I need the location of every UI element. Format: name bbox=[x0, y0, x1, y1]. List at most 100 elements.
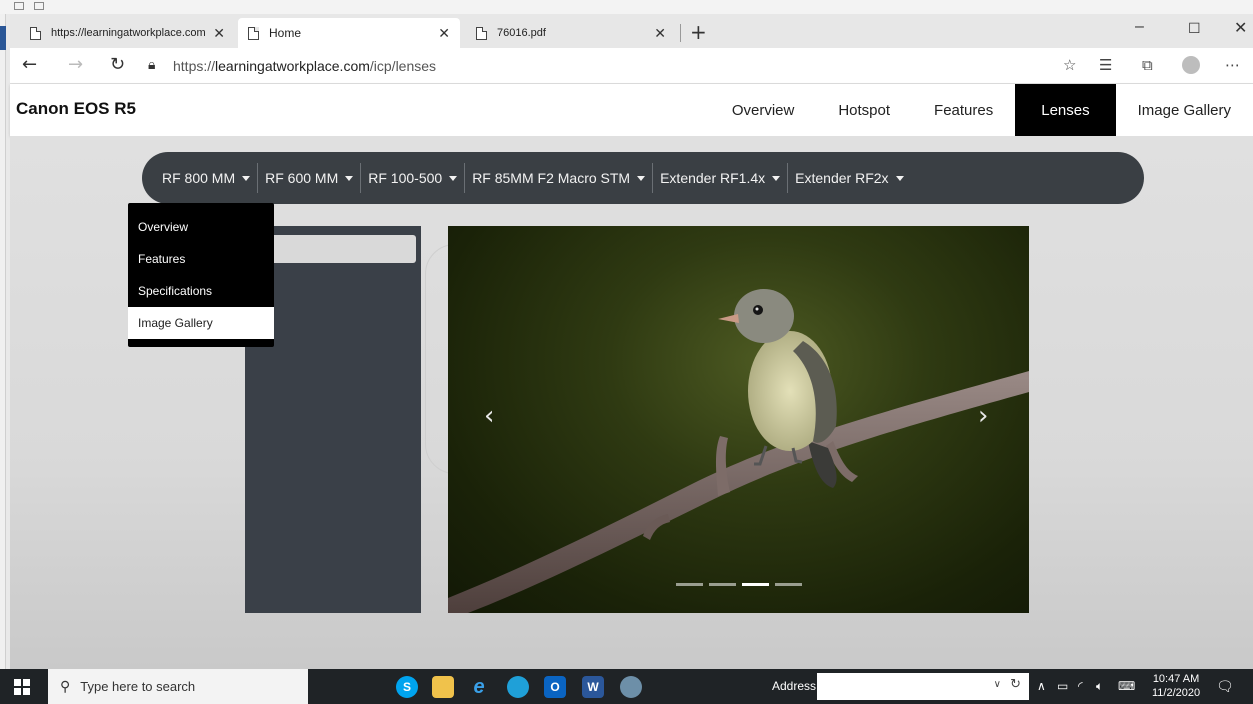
lens-menu-rf100-500[interactable]: RF 100-500 bbox=[361, 163, 466, 193]
carousel-indicator[interactable] bbox=[709, 583, 736, 586]
background-app-edge bbox=[0, 14, 6, 669]
tab-title: Home bbox=[269, 26, 302, 40]
refresh-icon[interactable]: ↻ bbox=[1010, 677, 1021, 692]
browser-window: https://learningatworkplace.com ✕ Home ✕… bbox=[10, 14, 1253, 669]
dropdown-item-features[interactable]: Features bbox=[128, 243, 274, 275]
lens-label: RF 85MM F2 Macro STM bbox=[472, 170, 631, 186]
background-app-accent bbox=[0, 26, 6, 50]
caret-down-icon bbox=[242, 175, 251, 181]
favorites-list-icon[interactable]: ☰ bbox=[1099, 56, 1112, 74]
windows-taskbar: ⚲ Type here to search S e O W Address ∨ … bbox=[0, 669, 1253, 704]
notifications-icon[interactable]: 🗨︎ bbox=[1216, 679, 1234, 695]
carousel-next-icon[interactable]: › bbox=[978, 401, 988, 431]
tab-title: https://learningatworkplace.com bbox=[51, 27, 206, 39]
url-prefix: https:// bbox=[173, 58, 216, 74]
outlook-icon[interactable]: O bbox=[544, 676, 566, 698]
taskbar-address-field[interactable]: ∨ ↻ bbox=[817, 673, 1029, 700]
word-icon[interactable]: W bbox=[582, 676, 604, 698]
dropdown-item-overview[interactable]: Overview bbox=[128, 211, 274, 243]
lock-icon: 🔒︎ bbox=[148, 57, 156, 73]
url-path: /icp/lenses bbox=[369, 58, 437, 74]
page-icon bbox=[476, 26, 487, 40]
taskbar-clock[interactable]: 10:47 AM 11/2/2020 bbox=[1152, 672, 1200, 700]
lens-menu-rf800[interactable]: RF 800 MM bbox=[146, 163, 259, 193]
tray-chevron-up-icon[interactable]: ∧ bbox=[1037, 679, 1046, 693]
url-host: learningatworkplace.com bbox=[215, 58, 370, 74]
wifi-icon[interactable]: ◜ bbox=[1078, 679, 1083, 693]
page-content: RF 800 MM RF 600 MM RF 100-500 RF 85MM F… bbox=[10, 136, 1253, 669]
browser-app-icon[interactable] bbox=[620, 676, 642, 698]
collections-icon[interactable]: ⧉ bbox=[1142, 56, 1153, 74]
lens-label: RF 100-500 bbox=[368, 170, 443, 186]
nav-lenses[interactable]: Lenses bbox=[1015, 84, 1116, 136]
lens-menu-bar: RF 800 MM RF 600 MM RF 100-500 RF 85MM F… bbox=[142, 152, 1144, 204]
taskbar-search-placeholder: Type here to search bbox=[80, 679, 196, 694]
lens-label: Extender RF2x bbox=[795, 170, 889, 186]
carousel-indicator[interactable] bbox=[775, 583, 802, 586]
caret-down-icon bbox=[772, 175, 781, 181]
close-tab-icon[interactable]: ✕ bbox=[438, 25, 450, 42]
clock-time: 10:47 AM bbox=[1152, 673, 1200, 685]
nav-hotspot[interactable]: Hotspot bbox=[816, 84, 912, 136]
caret-down-icon bbox=[449, 175, 458, 181]
minimize-icon[interactable]: – bbox=[1135, 18, 1144, 36]
tab-learningatworkplace[interactable]: https://learningatworkplace.com ✕ bbox=[20, 18, 235, 48]
close-tab-icon[interactable]: ✕ bbox=[654, 25, 666, 42]
new-tab-icon[interactable]: + bbox=[690, 20, 707, 44]
side-search-field[interactable]: rd bbox=[251, 235, 416, 263]
edge-icon[interactable] bbox=[507, 676, 529, 698]
tab-pdf[interactable]: 76016.pdf ✕ bbox=[466, 18, 676, 48]
lens-menu-rf600[interactable]: RF 600 MM bbox=[258, 163, 362, 193]
nav-image-gallery[interactable]: Image Gallery bbox=[1116, 84, 1253, 136]
site-brand[interactable]: Canon EOS R5 bbox=[16, 99, 136, 119]
site-header: Canon EOS R5 Overview Hotspot Features L… bbox=[10, 84, 1253, 136]
top-navigation: Overview Hotspot Features Lenses Image G… bbox=[710, 84, 1253, 136]
clock-date: 11/2/2020 bbox=[1152, 687, 1201, 699]
save-icon bbox=[14, 2, 24, 10]
background-app-strip bbox=[0, 0, 1253, 14]
page-icon bbox=[248, 26, 259, 40]
window-icon bbox=[34, 2, 44, 10]
caret-down-icon bbox=[637, 175, 646, 181]
tab-bar: https://learningatworkplace.com ✕ Home ✕… bbox=[10, 14, 1253, 48]
lens-menu-extender-14[interactable]: Extender RF1.4x bbox=[653, 163, 789, 193]
file-explorer-icon[interactable] bbox=[432, 676, 454, 698]
favorite-star-icon[interactable]: ☆ bbox=[1063, 56, 1076, 74]
volume-icon[interactable]: 🔈︎ bbox=[1096, 679, 1103, 694]
caret-down-icon bbox=[895, 175, 904, 181]
caret-down-icon bbox=[345, 175, 354, 181]
maximize-icon[interactable]: ☐ bbox=[1188, 20, 1201, 37]
tab-home[interactable]: Home ✕ bbox=[238, 18, 460, 48]
windows-start-icon[interactable] bbox=[14, 679, 30, 695]
lens-menu-rf85[interactable]: RF 85MM F2 Macro STM bbox=[465, 163, 654, 193]
url-field[interactable]: https://learningatworkplace.com/icp/lens… bbox=[173, 58, 436, 74]
refresh-icon[interactable]: ↻ bbox=[110, 54, 125, 75]
keyboard-icon[interactable]: ⌨ bbox=[1118, 679, 1135, 693]
close-tab-icon[interactable]: ✕ bbox=[213, 25, 225, 42]
nav-features[interactable]: Features bbox=[912, 84, 1015, 136]
address-label: Address bbox=[772, 679, 817, 693]
carousel-indicator[interactable] bbox=[676, 583, 703, 586]
image-carousel: ‹ › bbox=[448, 226, 1029, 613]
dropdown-item-image-gallery[interactable]: Image Gallery bbox=[128, 307, 274, 339]
lens-label: RF 600 MM bbox=[265, 170, 339, 186]
internet-explorer-icon[interactable]: e bbox=[468, 676, 490, 698]
tab-separator bbox=[680, 24, 681, 42]
profile-avatar[interactable] bbox=[1182, 56, 1200, 74]
address-bar: ← → ↻ 🔒︎ https://learningatworkplace.com… bbox=[10, 48, 1253, 84]
chevron-down-icon[interactable]: ∨ bbox=[994, 679, 1001, 690]
close-window-icon[interactable]: ✕ bbox=[1234, 18, 1247, 38]
lens-label: Extender RF1.4x bbox=[660, 170, 766, 186]
lens-menu-extender-2x[interactable]: Extender RF2x bbox=[788, 163, 910, 193]
carousel-indicator[interactable] bbox=[742, 583, 769, 586]
carousel-indicators bbox=[676, 583, 802, 586]
forward-icon[interactable]: → bbox=[68, 54, 83, 75]
taskbar-search[interactable]: ⚲ Type here to search bbox=[48, 669, 308, 704]
nav-overview[interactable]: Overview bbox=[710, 84, 817, 136]
dropdown-item-specifications[interactable]: Specifications bbox=[128, 275, 274, 307]
more-options-icon[interactable]: ⋯ bbox=[1225, 56, 1240, 74]
back-icon[interactable]: ← bbox=[22, 54, 37, 75]
battery-icon[interactable]: ▭ bbox=[1057, 679, 1068, 693]
carousel-prev-icon[interactable]: ‹ bbox=[484, 401, 494, 431]
skype-icon[interactable]: S bbox=[396, 676, 418, 698]
